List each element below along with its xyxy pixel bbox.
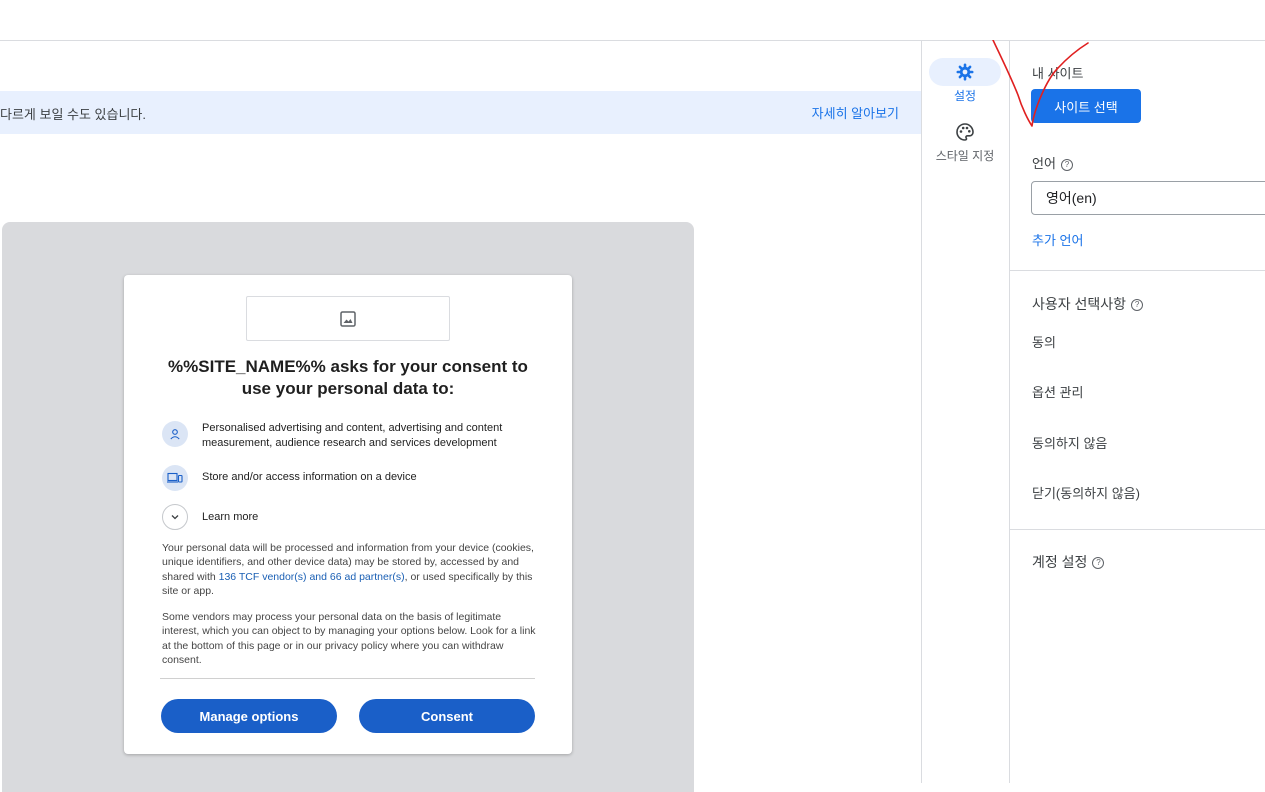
add-language-link[interactable]: 추가 언어 — [1032, 230, 1083, 249]
red-check-annotation — [992, 40, 1089, 127]
tab-styling-label: 스타일 지정 — [935, 149, 995, 163]
consent-description: Your personal data will be processed and… — [162, 541, 538, 599]
manage-options-button[interactable]: Manage options — [161, 699, 337, 733]
help-icon[interactable]: ? — [1092, 557, 1105, 570]
image-icon — [340, 310, 356, 327]
choice-do-not-consent[interactable]: 동의하지 않음 — [1032, 433, 1107, 452]
chevron-down-icon — [162, 504, 188, 530]
language-label-row: 언어? — [1032, 153, 1073, 172]
user-choices-label: 사용자 선택사항 — [1032, 296, 1127, 312]
user-choices-label-row: 사용자 선택사항? — [1032, 294, 1144, 314]
consent-button[interactable]: Consent — [359, 699, 535, 733]
vendors-link[interactable]: 136 TCF vendor(s) and 66 ad partner(s) — [219, 571, 405, 583]
learn-more-link[interactable]: 자세히 알아보기 — [812, 103, 899, 122]
account-settings-label-row: 계정 설정? — [1032, 552, 1105, 572]
language-label: 언어 — [1032, 156, 1056, 171]
help-icon[interactable]: ? — [1131, 299, 1144, 312]
palette-icon — [956, 123, 974, 141]
divider — [1009, 40, 1010, 783]
device-icon — [162, 465, 188, 491]
divider — [1010, 529, 1265, 530]
choice-consent[interactable]: 동의 — [1032, 332, 1056, 351]
account-settings-label: 계정 설정 — [1032, 554, 1088, 570]
consent-title: %%SITE_NAME%% asks for your consent to u… — [168, 357, 528, 398]
top-bar — [0, 0, 1265, 41]
person-icon — [162, 421, 188, 447]
choice-close-do-not-consent[interactable]: 닫기(동의하지 않음) — [1032, 483, 1140, 502]
purpose-personalised-advertising: Personalised advertising and content, ad… — [162, 421, 532, 451]
language-select[interactable]: 영어(en) — [1031, 181, 1265, 215]
help-icon[interactable]: ? — [1060, 158, 1073, 171]
gear-icon — [956, 63, 974, 81]
divider — [160, 678, 535, 679]
divider — [1010, 270, 1265, 271]
purpose-text: Personalised advertising and content, ad… — [202, 422, 503, 449]
banner-text: 다르게 보일 수도 있습니다. — [0, 107, 147, 122]
purpose-text: Store and/or access information on a dev… — [202, 471, 417, 483]
learn-more-label: Learn more — [202, 511, 259, 523]
site-logo-placeholder — [246, 296, 450, 341]
divider — [921, 40, 922, 783]
choice-manage-options[interactable]: 옵션 관리 — [1032, 382, 1083, 401]
info-banner: 다르게 보일 수도 있습니다. 자세히 알아보기 — [0, 91, 921, 134]
consent-dialog-preview: %%SITE_NAME%% asks for your consent to u… — [124, 275, 572, 754]
legitimate-interest-text: Some vendors may process your personal d… — [162, 611, 536, 667]
learn-more-toggle[interactable]: Learn more — [162, 504, 532, 530]
purpose-store-information: Store and/or access information on a dev… — [162, 465, 532, 491]
